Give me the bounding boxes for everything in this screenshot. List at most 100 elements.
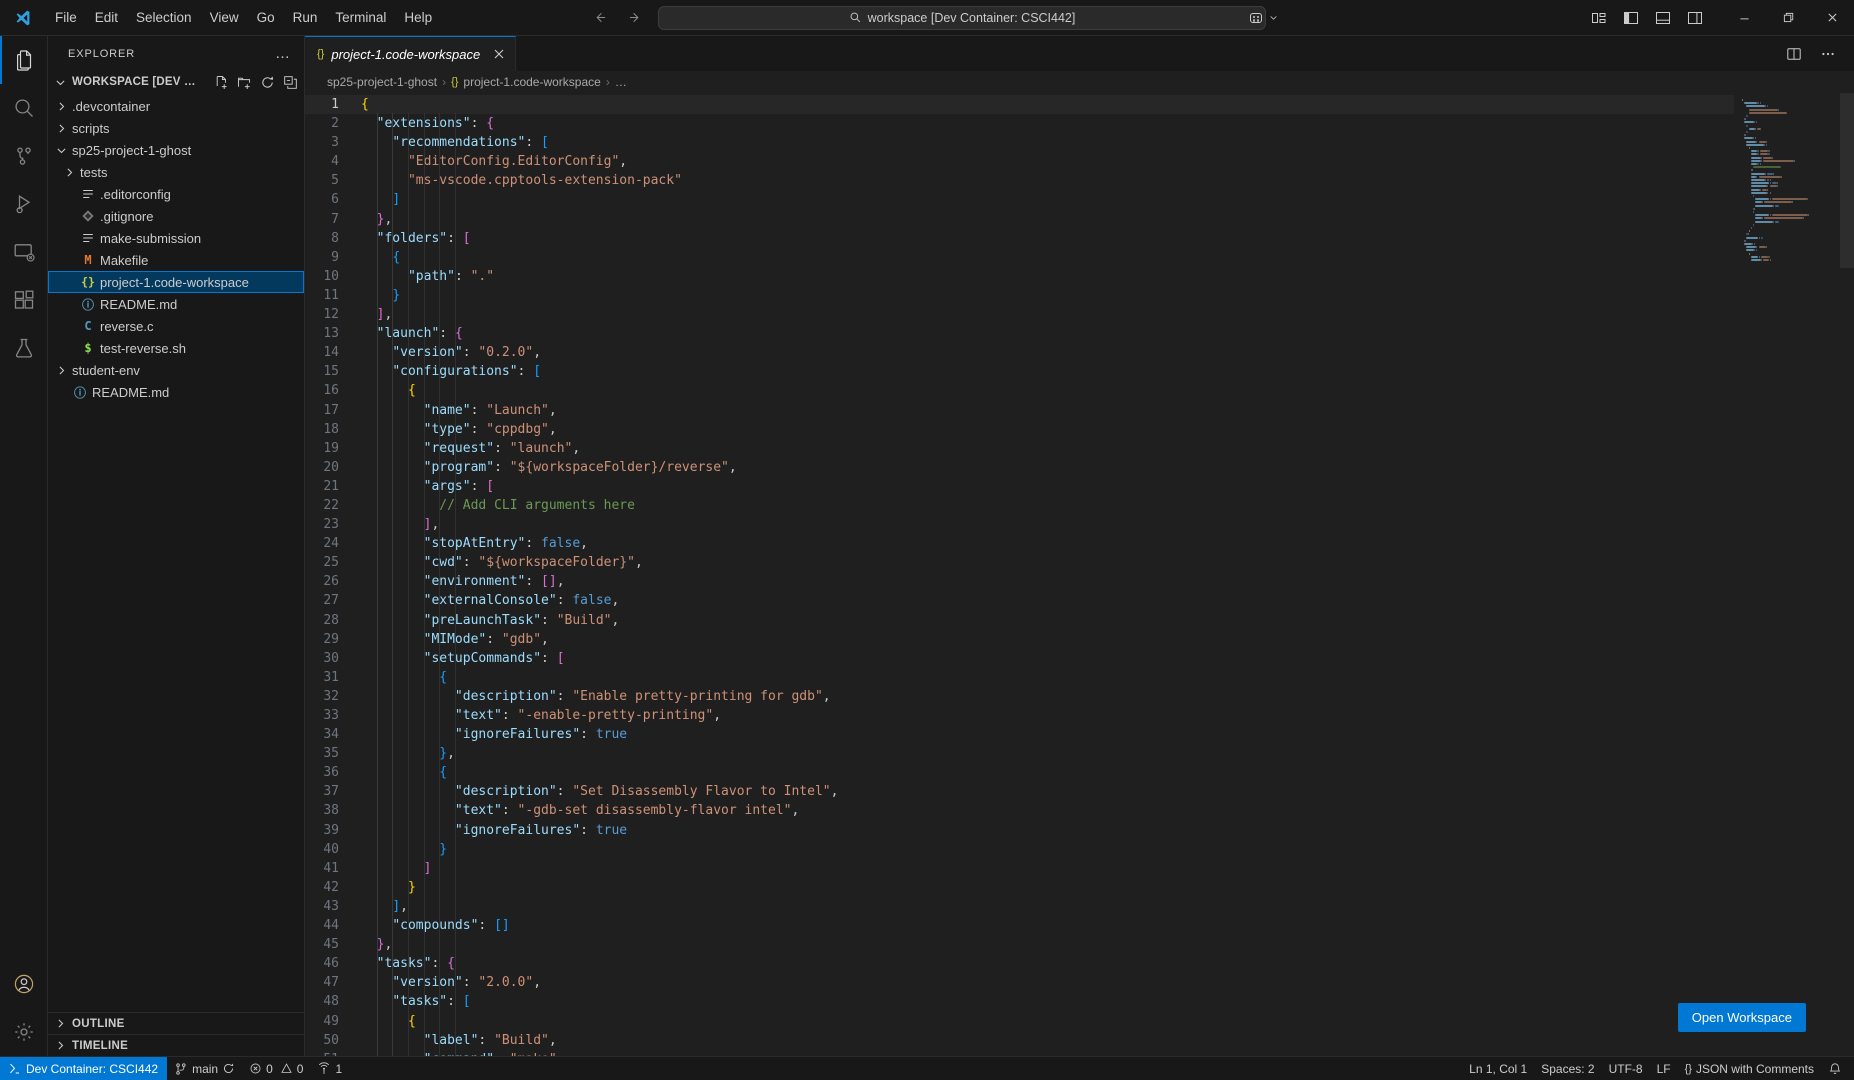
sidebar-item-extensions[interactable] (0, 276, 48, 324)
minimap-line (1755, 204, 1773, 207)
tree-file-README.md[interactable]: ⓘ README.md (48, 293, 304, 315)
chevron-right-icon[interactable] (52, 122, 70, 135)
forward-arrow-icon[interactable] (624, 7, 646, 29)
tree-item-label: .gitignore (100, 208, 154, 224)
sidebar-item-remote-explorer[interactable] (0, 228, 48, 276)
window-close-button[interactable] (1810, 0, 1854, 36)
toggle-primary-sidebar-icon[interactable] (1616, 4, 1646, 32)
minimap[interactable] (1734, 93, 1854, 1056)
status-language-mode[interactable]: {} JSON with Comments (1678, 1057, 1821, 1080)
breadcrumb-item-file[interactable]: project-1.code-workspace (463, 75, 600, 89)
chevron-right-icon[interactable] (52, 364, 70, 377)
workspace-root-row[interactable]: WORKSPACE [DEV CON... (48, 71, 304, 93)
window-minimize-button[interactable] (1722, 0, 1766, 36)
tree-file-.gitignore[interactable]: .gitignore (48, 205, 304, 227)
tree-folder-scripts[interactable]: scripts (48, 117, 304, 139)
status-remote-label: Dev Container: CSCI442 (26, 1061, 159, 1076)
tree-file-test-reverse.sh[interactable]: $ test-reverse.sh (48, 337, 304, 359)
code-viewport[interactable]: 1{2 "extensions": {3 "recommendations": … (305, 93, 1734, 1056)
more-actions-icon[interactable] (1814, 40, 1842, 68)
status-error-count: 0 (266, 1061, 273, 1076)
tree-file-reverse.c[interactable]: Creverse.c (48, 315, 304, 337)
remote-indicator-titlebar[interactable] (1248, 10, 1278, 26)
status-cursor-position[interactable]: Ln 1, Col 1 (1462, 1057, 1534, 1080)
chevron-right-icon[interactable] (52, 100, 70, 113)
minimap-line (1780, 175, 1782, 178)
timeline-panel-header[interactable]: TIMELINE (48, 1034, 304, 1056)
new-folder-icon[interactable] (237, 75, 252, 90)
menu-file[interactable]: File (46, 7, 86, 28)
status-indentation[interactable]: Spaces: 2 (1534, 1057, 1601, 1080)
tree-file-.editorconfig[interactable]: .editorconfig (48, 183, 304, 205)
status-remote-indicator[interactable]: Dev Container: CSCI442 (0, 1056, 168, 1080)
status-ports[interactable]: 1 (310, 1057, 349, 1080)
customize-layout-icon[interactable] (1584, 4, 1614, 32)
menu-selection[interactable]: Selection (127, 7, 201, 28)
tree-folder-.devcontainer[interactable]: .devcontainer (48, 95, 304, 117)
status-problems[interactable]: 0 0 (242, 1057, 310, 1080)
status-eol[interactable]: LF (1650, 1057, 1678, 1080)
menu-edit[interactable]: Edit (86, 7, 127, 28)
menu-view[interactable]: View (201, 7, 248, 28)
toggle-secondary-sidebar-icon[interactable] (1680, 4, 1710, 32)
tree-file-README.md[interactable]: ⓘ README.md (48, 381, 304, 403)
tree-file-Makefile[interactable]: M Makefile (48, 249, 304, 271)
tree-folder-tests[interactable]: tests (48, 161, 304, 183)
open-workspace-button[interactable]: Open Workspace (1677, 1003, 1806, 1032)
tree-file-make-submission[interactable]: make-submission (48, 227, 304, 249)
chevron-right-icon[interactable] (60, 166, 78, 179)
chevron-down-icon[interactable] (52, 144, 70, 157)
menu-run[interactable]: Run (284, 7, 327, 28)
minimap-line (1760, 156, 1762, 159)
sidebar-item-source-control[interactable] (0, 132, 48, 180)
code-text[interactable]: 1{2 "extensions": {3 "recommendations": … (305, 93, 1734, 1056)
split-editor-icon[interactable] (1780, 40, 1808, 68)
breadcrumb[interactable]: sp25-project-1-ghost › {} project-1.code… (305, 71, 1854, 93)
tree-file-project-1.code-workspace[interactable]: {} project-1.code-workspace (48, 271, 304, 293)
minimap-line (1753, 223, 1755, 226)
sidebar-item-run-and-debug[interactable] (0, 180, 48, 228)
sync-icon[interactable] (222, 1062, 235, 1075)
breadcrumb-item-more[interactable]: … (615, 75, 627, 89)
minimap-line (1764, 201, 1792, 204)
minimap-line (1754, 249, 1756, 252)
more-actions-icon[interactable]: … (269, 46, 296, 61)
new-file-icon[interactable] (214, 75, 229, 90)
menu-go[interactable]: Go (248, 7, 284, 28)
refresh-icon[interactable] (260, 75, 275, 90)
status-ports-count: 1 (335, 1061, 343, 1076)
account-icon[interactable] (0, 960, 48, 1008)
file-tree[interactable]: .devcontainer scripts sp25-project-1-ghost… (48, 93, 304, 1012)
collapse-all-icon[interactable] (283, 75, 298, 90)
minimap-line (1748, 111, 1788, 114)
menu-bar[interactable]: File Edit Selection View Go Run Terminal… (46, 7, 441, 28)
tree-folder-sp25-project-1-ghost[interactable]: sp25-project-1-ghost (48, 139, 304, 161)
minimap-line (1748, 230, 1750, 233)
menu-help[interactable]: Help (395, 7, 441, 28)
back-arrow-icon[interactable] (588, 7, 610, 29)
toggle-panel-icon[interactable] (1648, 4, 1678, 32)
sidebar-item-explorer[interactable] (0, 36, 48, 84)
status-encoding[interactable]: UTF-8 (1602, 1057, 1650, 1080)
status-branch[interactable]: main (167, 1057, 242, 1080)
minimap-line (1745, 239, 1747, 242)
sidebar-item-testing[interactable] (0, 324, 48, 372)
tree-folder-student-env[interactable]: student-env (48, 359, 304, 381)
chevron-down-icon[interactable] (52, 76, 68, 89)
minimap-slider[interactable] (1840, 93, 1854, 269)
sidebar-item-search[interactable] (0, 84, 48, 132)
window-maximize-button[interactable] (1766, 0, 1810, 36)
menu-terminal[interactable]: Terminal (326, 7, 395, 28)
breadcrumb-item-folder[interactable]: sp25-project-1-ghost (327, 75, 437, 89)
tab-project-1-code-workspace[interactable]: {} project-1.code-workspace (305, 36, 517, 71)
minimap-line (1761, 201, 1763, 204)
json-icon: {} (81, 275, 95, 289)
makefile-icon: M (84, 253, 92, 267)
bell-icon[interactable] (1821, 1057, 1854, 1080)
outline-panel-header[interactable]: OUTLINE (48, 1012, 304, 1034)
minimap-line (1745, 118, 1747, 121)
close-icon[interactable] (493, 48, 505, 60)
quick-input-search[interactable]: workspace [Dev Container: CSCI442] (658, 5, 1266, 30)
minimap-line (1758, 246, 1767, 249)
gear-icon[interactable] (0, 1008, 48, 1056)
